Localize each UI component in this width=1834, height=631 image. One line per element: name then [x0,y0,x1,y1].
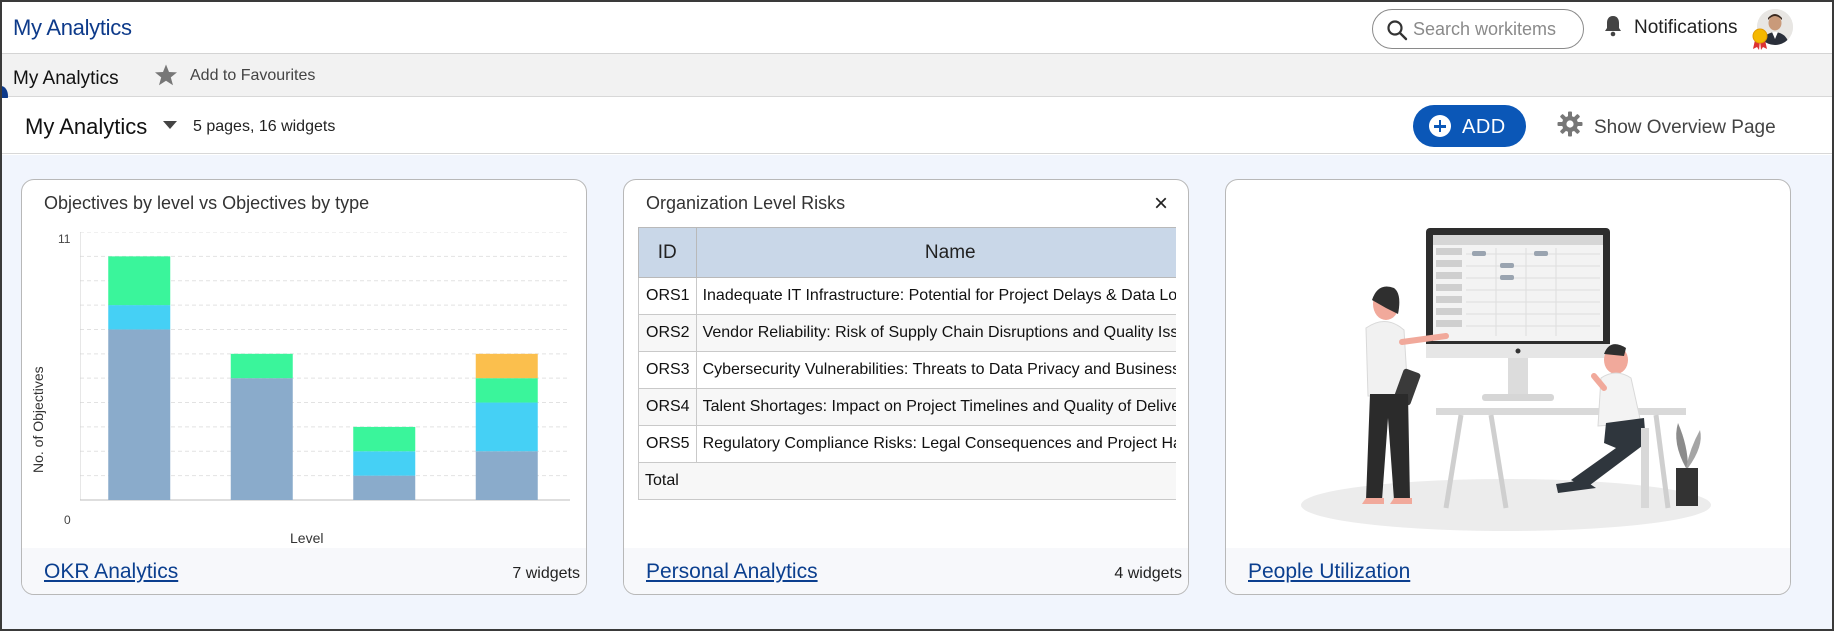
column-header-name[interactable]: Name [695,227,1176,278]
gear-icon[interactable] [1557,111,1583,137]
people-at-computer-illustration [1301,228,1711,531]
personal-analytics-link[interactable]: Personal Analytics [646,560,818,584]
app-window: My Analytics Notifications My Analytics … [0,0,1834,631]
table-total-row: Total [638,462,1176,500]
bar-segment[interactable] [353,451,416,476]
bar-segment[interactable] [108,329,171,500]
column-header-id[interactable]: ID [638,227,697,278]
bar-segment[interactable] [475,451,538,500]
dashboard-meta: 5 pages, 16 widgets [193,118,336,135]
risk-id: ORS3 [638,351,697,389]
stacked-bar-chart [80,232,570,501]
x-axis-label: Level [290,530,324,546]
bar-segment[interactable] [230,353,293,379]
widget-title: Objectives by level vs Objectives by typ… [44,193,370,213]
table-row[interactable]: ORS1 Inadequate IT Infrastructure: Poten… [638,277,1176,315]
dashboard-title[interactable]: My Analytics [25,114,147,140]
bell-icon[interactable] [1603,14,1623,38]
risk-id: ORS5 [638,425,697,463]
total-label: Total [638,462,1176,500]
add-button-label: ADD [1462,116,1506,138]
bar-segment[interactable] [230,378,293,500]
notifications-label[interactable]: Notifications [1634,17,1738,39]
risk-id: ORS2 [638,314,697,352]
risk-name: Regulatory Compliance Risks: Legal Conse… [695,425,1176,463]
bar-segment[interactable] [353,426,416,452]
table-row[interactable]: ORS2 Vendor Reliability: Risk of Supply … [638,314,1176,352]
table-row[interactable]: ORS5 Regulatory Compliance Risks: Legal … [638,425,1176,463]
table-row[interactable]: ORS4 Talent Shortages: Impact on Project… [638,388,1176,426]
app-title[interactable]: My Analytics [13,15,132,41]
search-icon [1387,20,1408,41]
y-tick-min: 0 [64,513,71,527]
widget-title: Organization Level Risks [646,193,846,213]
widget-count: 4 widgets [1114,565,1182,582]
top-bar: My Analytics Notifications [2,2,1832,54]
widget-count: 7 widgets [512,565,580,582]
breadcrumb-bar: My Analytics Add to Favourites [2,54,1832,97]
breadcrumb-title: My Analytics [13,68,119,89]
award-badge-icon [1752,28,1768,50]
table-row[interactable]: ORS3 Cybersecurity Vulnerabilities: Thre… [638,351,1176,389]
people-utilization-link[interactable]: People Utilization [1248,560,1410,584]
y-tick-max: 11 [58,232,71,246]
page-card-okr-analytics[interactable]: Objectives by level vs Objectives by typ… [21,179,587,595]
bar-segment[interactable] [108,305,171,330]
bar-segment[interactable] [475,402,538,452]
risk-id: ORS4 [638,388,697,426]
search-box[interactable] [1372,9,1584,49]
caret-down-icon[interactable] [162,120,178,130]
risk-name: Cybersecurity Vulnerabilities: Threats t… [695,351,1176,389]
plus-circle-icon [1429,115,1451,137]
risk-name: Inadequate IT Infrastructure: Potential … [695,277,1176,315]
show-overview-page-button[interactable]: Show Overview Page [1594,117,1776,139]
search-input[interactable] [1413,18,1573,40]
okr-analytics-link[interactable]: OKR Analytics [44,560,178,584]
star-icon[interactable] [154,63,178,87]
add-to-favourites-link[interactable]: Add to Favourites [190,67,315,85]
risk-id: ORS1 [638,277,697,315]
risks-table: ID Name ORS1 Inadequate IT Infrastructur… [638,227,1176,500]
bar-segment[interactable] [475,378,538,403]
bar-segment[interactable] [475,353,538,379]
close-icon[interactable]: × [1154,190,1168,218]
add-button[interactable]: ADD [1413,105,1526,147]
risk-name: Vendor Reliability: Risk of Supply Chain… [695,314,1176,352]
bar-segment[interactable] [353,475,416,500]
page-card-personal-analytics[interactable]: Organization Level Risks × ID Name ORS1 … [623,179,1189,595]
risk-name: Talent Shortages: Impact on Project Time… [695,388,1176,426]
page-card-people-utilization[interactable]: People Utilization [1225,179,1791,595]
widget-body: Organization Level Risks × ID Name ORS1 … [624,180,1176,548]
dashboard-header: My Analytics 5 pages, 16 widgets ADD Sho… [2,98,1832,154]
y-axis-label: No. of Objectives [30,366,46,473]
bar-segment[interactable] [108,256,171,306]
